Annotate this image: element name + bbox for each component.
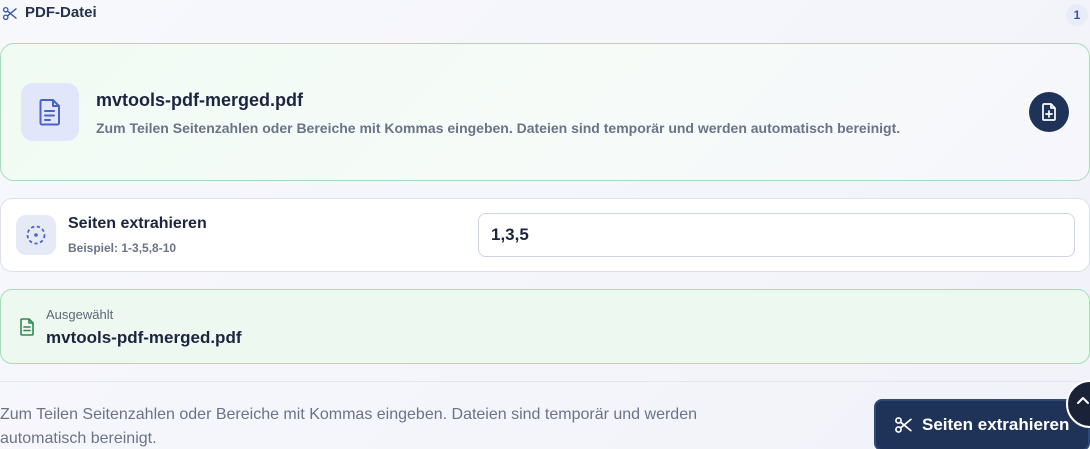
- page-range-card: Seiten extrahieren Beispiel: 1-3,5,8-10: [0, 198, 1090, 272]
- file-icon-tile: [21, 83, 79, 141]
- file-hint: Zum Teilen Seitenzahlen oder Bereiche mi…: [96, 120, 901, 136]
- file-count-badge: 1: [1066, 4, 1088, 26]
- extract-pages-button[interactable]: Seiten extrahieren: [874, 399, 1090, 449]
- section-title: PDF-Datei: [25, 4, 97, 21]
- selected-caption: Ausgewählt: [46, 307, 114, 322]
- selected-file-card: Ausgewählt mvtools-pdf-merged.pdf: [0, 289, 1090, 364]
- range-icon-tile: [16, 215, 56, 255]
- section-header: PDF-Datei 1: [0, 0, 1090, 28]
- footer-note: Zum Teilen Seitenzahlen oder Bereiche mi…: [0, 406, 697, 447]
- page-range-label: Seiten extrahieren: [68, 215, 207, 232]
- document-icon: [39, 99, 60, 126]
- divider: [0, 381, 1090, 382]
- extract-pages-label: Seiten extrahieren: [922, 415, 1070, 434]
- scissors-icon: [2, 6, 17, 21]
- target-icon: [26, 225, 46, 245]
- page-range-example: Beispiel: 1-3,5,8-10: [68, 241, 177, 255]
- document-icon: [20, 318, 34, 336]
- chevron-up-icon: [1077, 397, 1089, 404]
- scissors-icon: [895, 417, 912, 433]
- selected-file-name: mvtools-pdf-merged.pdf: [46, 328, 242, 347]
- file-card: mvtools-pdf-merged.pdf Zum Teilen Seiten…: [0, 43, 1090, 181]
- page-range-input[interactable]: [478, 213, 1075, 257]
- file-name: mvtools-pdf-merged.pdf: [96, 90, 303, 110]
- replace-file-button[interactable]: [1029, 92, 1069, 132]
- replace-file-icon: [1042, 103, 1056, 121]
